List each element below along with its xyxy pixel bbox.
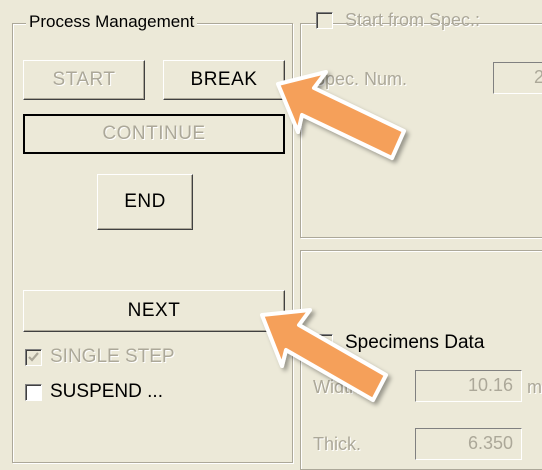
thick-label: Thick. xyxy=(313,434,362,454)
thick-field[interactable]: 6.350 xyxy=(415,428,522,460)
checkmark-icon xyxy=(28,352,39,362)
suspend-checkbox[interactable] xyxy=(25,384,42,401)
process-management-title: Process Management xyxy=(26,12,198,32)
width-unit: m xyxy=(527,377,542,397)
continue-button[interactable]: CONTINUE xyxy=(23,114,285,154)
start-from-spec-checkbox[interactable] xyxy=(316,12,333,29)
start-from-spec-label: Start from Spec.: xyxy=(345,10,481,30)
width-label: Width xyxy=(313,377,360,397)
start-from-spec-group xyxy=(300,23,542,238)
suspend-label: SUSPEND ... xyxy=(50,381,163,402)
break-button[interactable]: BREAK xyxy=(163,60,285,100)
single-step-checkbox[interactable] xyxy=(25,349,42,366)
next-button[interactable]: NEXT xyxy=(23,290,285,332)
specimens-label: Specimens Data xyxy=(345,332,485,353)
spec-num-field[interactable]: 2 xyxy=(493,62,542,94)
end-button[interactable]: END xyxy=(97,174,193,230)
specimens-checkbox[interactable] xyxy=(316,334,333,351)
spec-num-label: Spec. Num. xyxy=(313,69,408,89)
width-field[interactable]: 10.16 xyxy=(415,370,522,402)
start-button[interactable]: START xyxy=(23,60,145,100)
single-step-label: SINGLE STEP xyxy=(50,346,175,367)
